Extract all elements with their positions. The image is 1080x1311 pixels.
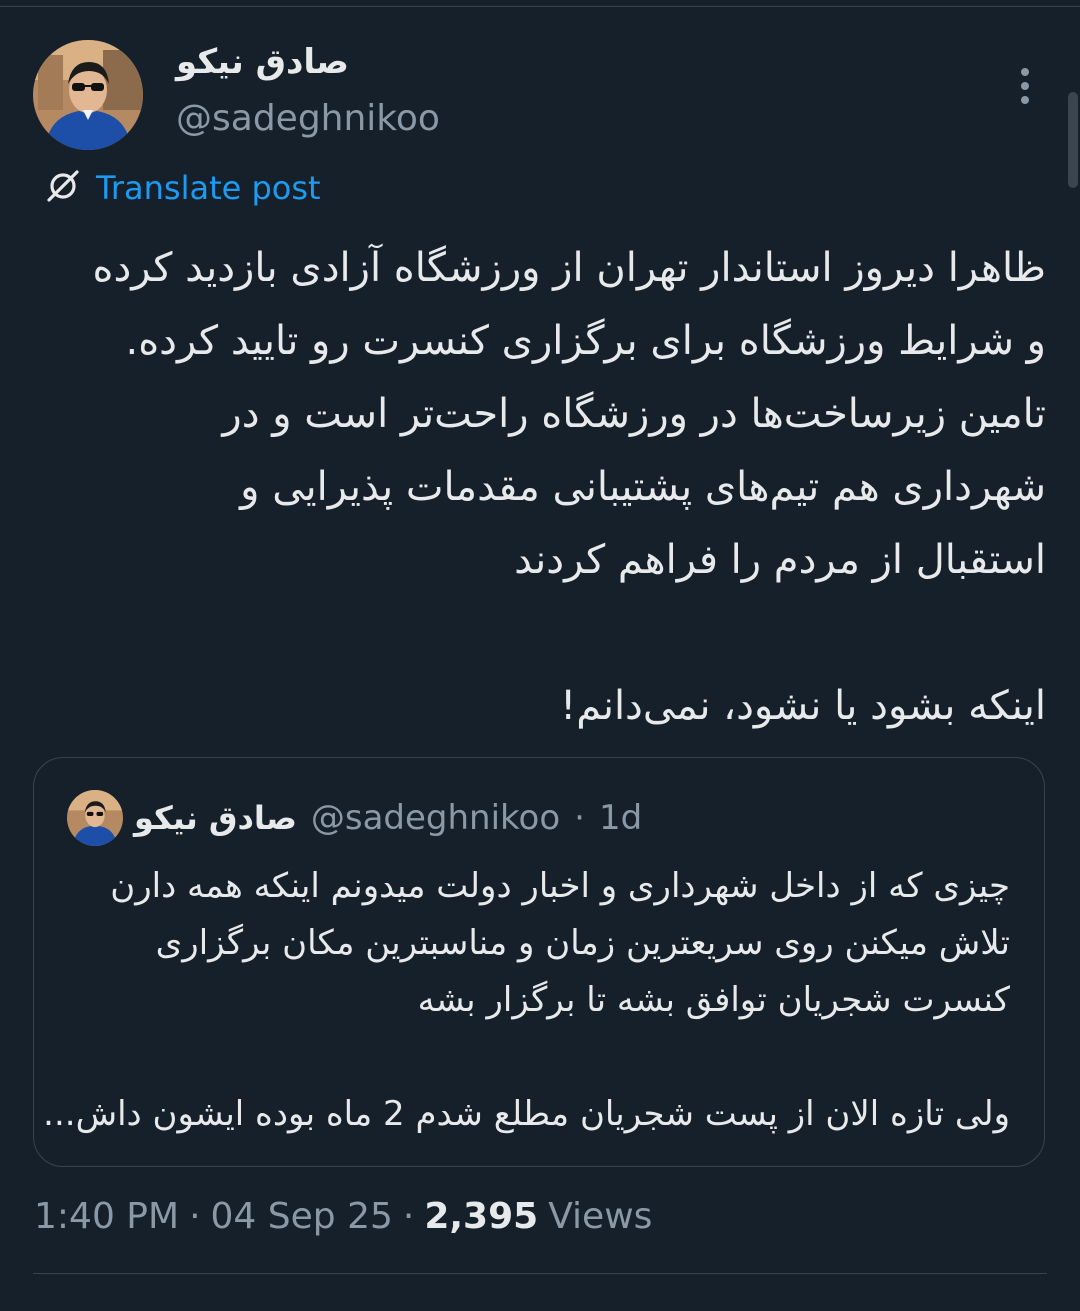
quoted-line: ولی تازه الان از پست شجریان مطلع شدم 2 م… [43,1094,1010,1134]
avatar[interactable] [33,40,143,150]
translate-post-label: Translate post [96,169,321,207]
meta-separator: · [189,1195,201,1237]
quoted-line: چیزی که از داخل شهرداری و اخبار دولت مید… [110,866,1010,906]
meta-separator: · [402,1195,415,1237]
post-line: شهرداری هم تیم‌های پشتیبانی مقدمات پذیرا… [240,464,1046,510]
more-vertical-icon[interactable] [1010,64,1040,108]
translate-post-link[interactable]: Translate post [44,166,321,210]
translate-icon [44,167,82,209]
quoted-post-card[interactable]: صادق نیکو @sadeghnikoo · 1d چیزی که از د… [33,757,1045,1167]
views-count[interactable]: 2,395 [424,1196,538,1237]
post-line: اینکه بشود یا نشود، نمی‌دانم! [560,683,1046,729]
post-line: تامین زیرساخت‌ها در ورزشگاه راحت‌تر است … [222,391,1046,437]
quoted-line: کنسرت شجریان توافق بشه تا برگزار بشه [417,980,1010,1020]
quoted-handle[interactable]: @sadeghnikoo [311,798,560,838]
post-line: استقبال از مردم را فراهم کردند [514,537,1046,583]
post-meta: 1:40 PM · 04 Sep 25 · 2,395 Views [34,1188,652,1244]
quoted-display-name[interactable]: صادق نیکو [134,799,297,837]
post-text: ظاهرا دیروز استاندار تهران از ورزشگاه آز… [34,232,1047,743]
quoted-header: صادق نیکو @sadeghnikoo · 1d [134,794,642,842]
quoted-separator: · [574,798,585,838]
quoted-line: تلاش میکنن روی سریعترین زمان و مناسبترین… [155,923,1010,963]
post-time[interactable]: 1:40 PM [34,1196,179,1237]
quoted-avatar[interactable] [67,790,123,846]
scrollbar-thumb[interactable] [1068,92,1078,188]
post-line: ظاهرا دیروز استاندار تهران از ورزشگاه آز… [92,245,1047,291]
views-label: Views [548,1195,653,1237]
top-divider [0,6,1080,7]
author-handle[interactable]: @sadeghnikoo [176,98,440,139]
post-date[interactable]: 04 Sep 25 [211,1196,393,1237]
quoted-age[interactable]: 1d [599,798,642,838]
bottom-divider [33,1273,1047,1274]
quoted-text: چیزی که از داخل شهرداری و اخبار دولت مید… [43,858,1010,1143]
post-line: و شرایط ورزشگاه برای برگزاری کنسرت رو تا… [125,318,1047,364]
author-display-name[interactable]: صادق نیکو [176,42,349,82]
